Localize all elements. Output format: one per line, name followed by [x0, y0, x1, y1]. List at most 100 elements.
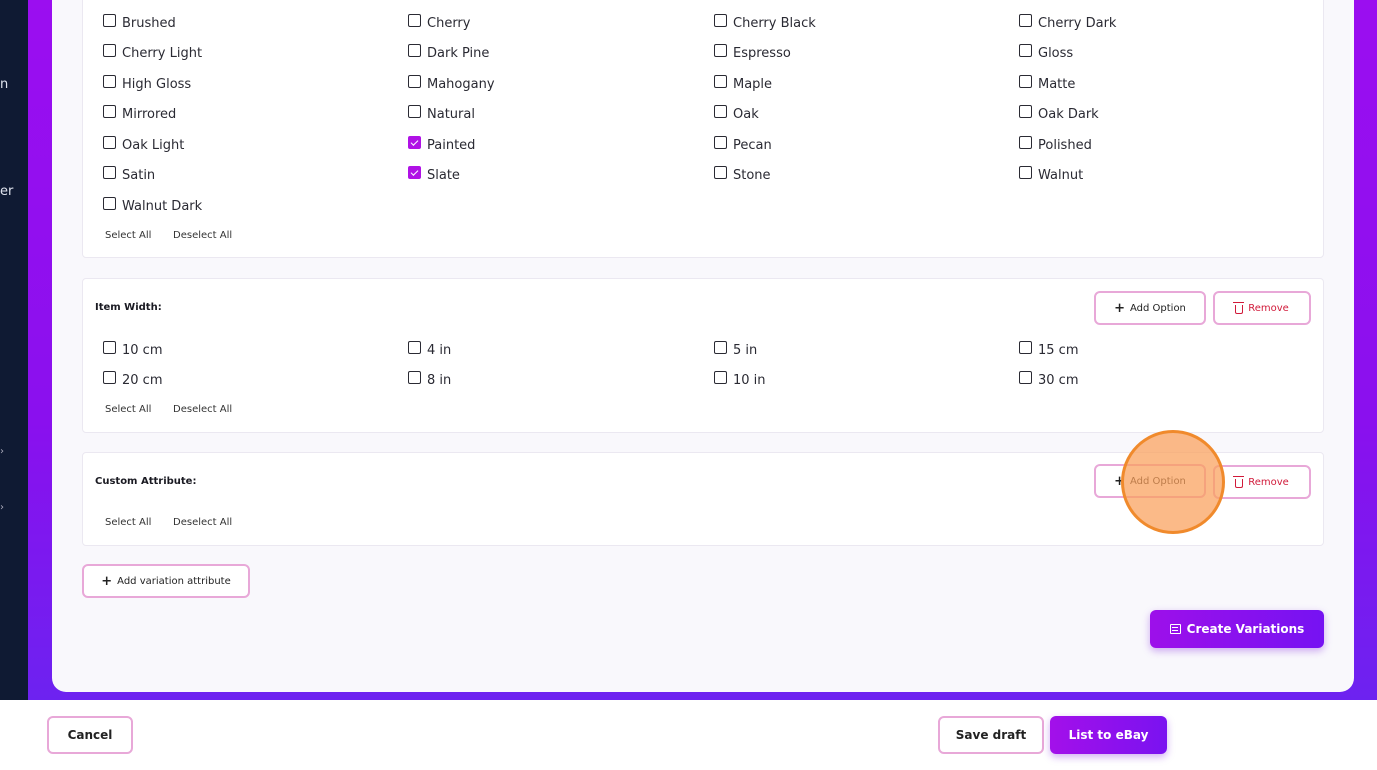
chevron-icon: ›	[0, 446, 4, 457]
option-checkbox-item[interactable]: Matte	[1019, 75, 1076, 92]
option-checkbox-item[interactable]: Oak Light	[103, 136, 184, 153]
option-checkbox-item[interactable]: High Gloss	[103, 75, 191, 92]
option-checkbox-item[interactable]: Gloss	[1019, 44, 1074, 61]
checkbox[interactable]	[103, 371, 116, 384]
deselect-all-link[interactable]: Deselect All	[173, 517, 232, 528]
option-checkbox-item[interactable]: Walnut Dark	[103, 197, 203, 214]
option-checkbox-item[interactable]: Cherry Light	[103, 44, 203, 61]
section-title: Item Width:	[95, 302, 162, 313]
checkbox[interactable]	[408, 371, 421, 384]
option-label: Cherry	[427, 16, 471, 31]
option-checkbox-item[interactable]: Mirrored	[103, 105, 177, 122]
checkbox[interactable]	[1019, 371, 1032, 384]
checkbox[interactable]	[103, 14, 116, 27]
checkbox[interactable]	[714, 166, 727, 179]
checkbox[interactable]	[103, 75, 116, 88]
option-checkbox-item[interactable]: Natural	[408, 105, 475, 122]
checkbox[interactable]	[714, 14, 727, 27]
option-checkbox-item[interactable]: 30 cm	[1019, 371, 1079, 388]
option-label: Cherry Light	[122, 46, 203, 61]
checkbox[interactable]	[1019, 136, 1032, 149]
checkbox[interactable]	[714, 44, 727, 57]
option-label: Cherry Dark	[1038, 16, 1117, 31]
option-checkbox-item[interactable]: 20 cm	[103, 371, 163, 388]
checkbox-checked[interactable]	[408, 136, 421, 149]
option-checkbox-item[interactable]: Cherry	[408, 14, 471, 31]
checkbox[interactable]	[103, 105, 116, 118]
checkbox[interactable]	[714, 136, 727, 149]
option-checkbox-item[interactable]: Mahogany	[408, 75, 495, 92]
option-label: Gloss	[1038, 46, 1074, 61]
remove-button[interactable]: Remove	[1213, 465, 1311, 499]
checkbox[interactable]	[1019, 14, 1032, 27]
checkbox[interactable]	[408, 105, 421, 118]
checkbox[interactable]	[103, 197, 116, 210]
create-variations-button[interactable]: Create Variations	[1150, 610, 1324, 648]
add-option-button[interactable]: + Add Option	[1094, 464, 1206, 498]
option-label: Maple	[733, 77, 773, 92]
option-checkbox-item[interactable]: Painted	[408, 136, 475, 153]
option-label: Matte	[1038, 77, 1076, 92]
option-label: Walnut Dark	[122, 199, 203, 214]
add-variation-attribute-button[interactable]: + Add variation attribute	[82, 564, 250, 598]
option-checkbox-item[interactable]: Polished	[1019, 136, 1092, 153]
option-checkbox-item[interactable]: Dark Pine	[408, 44, 489, 61]
cancel-button[interactable]: Cancel	[47, 716, 133, 754]
option-checkbox-item[interactable]: Maple	[714, 75, 773, 92]
section-title: Custom Attribute:	[95, 476, 197, 487]
checkbox[interactable]	[408, 44, 421, 57]
option-checkbox-item[interactable]: Espresso	[714, 44, 791, 61]
option-checkbox-item[interactable]: Brushed	[103, 14, 176, 31]
option-checkbox-item[interactable]: 15 cm	[1019, 341, 1079, 358]
checkbox[interactable]	[103, 44, 116, 57]
option-checkbox-item[interactable]: Oak	[714, 105, 759, 122]
save-draft-button[interactable]: Save draft	[938, 716, 1044, 754]
checkbox[interactable]	[408, 14, 421, 27]
option-checkbox-item[interactable]: Oak Dark	[1019, 105, 1099, 122]
option-label: Satin	[122, 168, 156, 183]
option-checkbox-item[interactable]: Pecan	[714, 136, 772, 153]
option-label: 5 in	[733, 343, 758, 358]
checkbox[interactable]	[103, 136, 116, 149]
deselect-all-link[interactable]: Deselect All	[173, 404, 232, 415]
checkbox[interactable]	[1019, 44, 1032, 57]
checkbox[interactable]	[408, 75, 421, 88]
option-checkbox-item[interactable]: 10 cm	[103, 341, 163, 358]
checkbox[interactable]	[1019, 166, 1032, 179]
plus-icon: +	[1114, 473, 1125, 489]
option-checkbox-item[interactable]: 5 in	[714, 341, 758, 358]
checkbox[interactable]	[714, 341, 727, 354]
checkbox-checked[interactable]	[408, 166, 421, 179]
option-checkbox-item[interactable]: 10 in	[714, 371, 766, 388]
option-checkbox-item[interactable]: Cherry Dark	[1019, 14, 1117, 31]
checkbox[interactable]	[1019, 341, 1032, 354]
checkbox[interactable]	[408, 341, 421, 354]
checkbox[interactable]	[103, 341, 116, 354]
option-checkbox-item[interactable]: Slate	[408, 166, 460, 183]
option-checkbox-item[interactable]: Satin	[103, 166, 156, 183]
deselect-all-link[interactable]: Deselect All	[173, 230, 232, 241]
add-option-button[interactable]: + Add Option	[1094, 291, 1206, 325]
option-label: Mirrored	[122, 107, 177, 122]
option-label: Cherry Black	[733, 16, 816, 31]
select-all-link[interactable]: Select All	[105, 517, 151, 528]
sidebar-label-fragment[interactable]: n	[0, 77, 8, 92]
checkbox[interactable]	[714, 105, 727, 118]
option-checkbox-item[interactable]: 4 in	[408, 341, 451, 358]
checkbox[interactable]	[714, 371, 727, 384]
option-checkbox-item[interactable]: Walnut	[1019, 166, 1083, 183]
checkbox[interactable]	[714, 75, 727, 88]
checkbox[interactable]	[103, 166, 116, 179]
sidebar-label-fragment[interactable]: er	[0, 184, 13, 199]
option-checkbox-item[interactable]: Stone	[714, 166, 771, 183]
select-all-link[interactable]: Select All	[105, 230, 151, 241]
checkbox[interactable]	[1019, 105, 1032, 118]
checkbox[interactable]	[1019, 75, 1032, 88]
remove-button[interactable]: Remove	[1213, 291, 1311, 325]
list-to-ebay-button[interactable]: List to eBay	[1050, 716, 1167, 754]
option-label: Slate	[427, 168, 460, 183]
option-checkbox-item[interactable]: 8 in	[408, 371, 451, 388]
select-all-link[interactable]: Select All	[105, 404, 151, 415]
option-checkbox-item[interactable]: Cherry Black	[714, 14, 816, 31]
footer-bar: Cancel Save draft List to eBay	[0, 700, 1377, 770]
